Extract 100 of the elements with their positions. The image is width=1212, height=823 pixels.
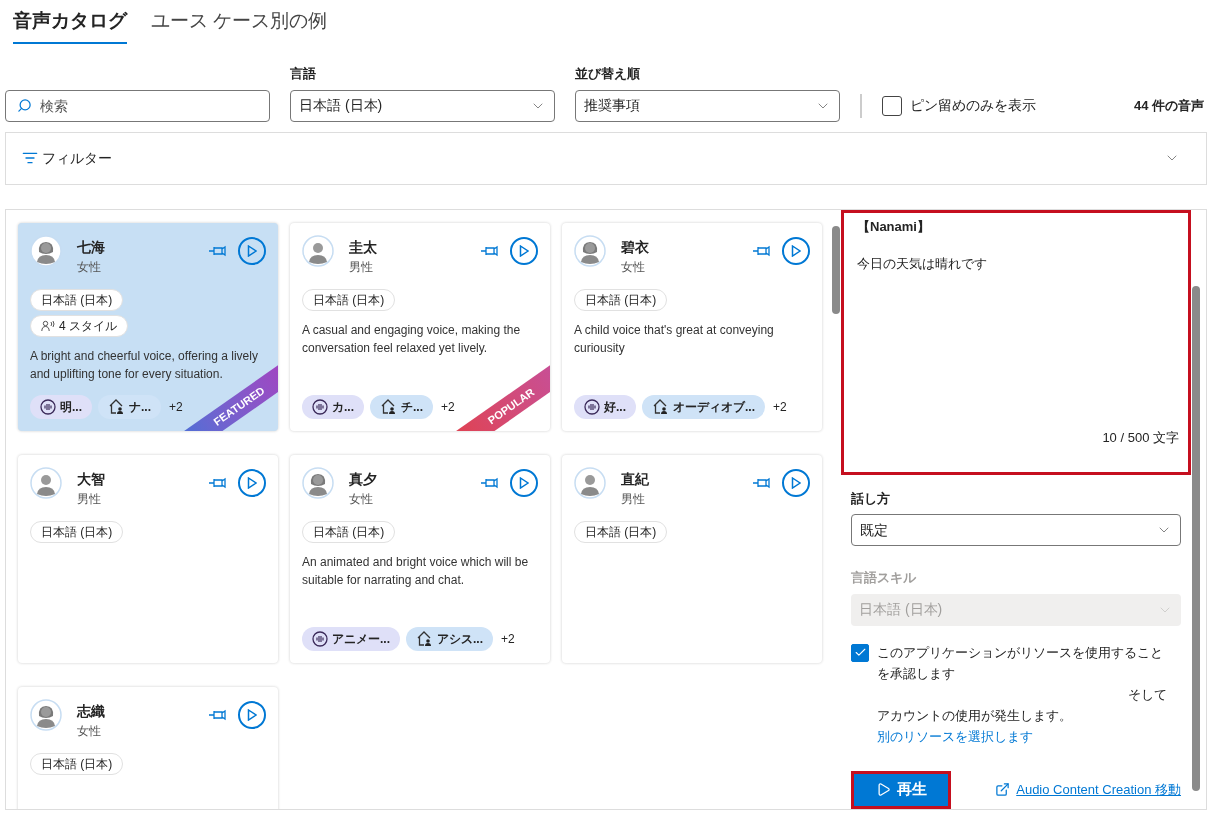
house-person-icon <box>416 630 433 647</box>
text-input-area[interactable]: 【Nanami】 今日の天気は晴れです 10 / 500 文字 <box>841 209 1191 475</box>
play-icon <box>247 476 257 489</box>
voice-count: 44 件の音声 <box>1133 96 1204 115</box>
pin-icon[interactable] <box>480 476 498 489</box>
pin-icon[interactable] <box>208 708 226 721</box>
language-tag: 日本語 (日本) <box>30 520 124 543</box>
speaking-style-select[interactable]: 既定 <box>851 514 1181 546</box>
voice-description: A child voice that's great at conveying curiousity <box>574 321 775 357</box>
consent-text: アカウントの使用が発生します。 <box>877 706 1073 725</box>
pin-icon[interactable] <box>752 244 770 257</box>
field-label: 話し方 <box>851 489 891 508</box>
voice-name: 大智 <box>77 469 106 489</box>
house-person-icon <box>380 398 397 415</box>
audio-content-creation-link[interactable]: Audio Content Creation 移動 <box>1016 779 1181 800</box>
play-button[interactable] <box>238 468 266 497</box>
language-tag: 日本語 (日本) <box>574 288 668 311</box>
waveform-icon <box>312 630 328 647</box>
tab[interactable]: ユース ケース別の例 <box>151 8 328 44</box>
play-icon <box>791 476 801 489</box>
male-avatar-icon <box>574 466 606 499</box>
voice-card[interactable]: 碧衣 女性 日本語 (日本) A child voice that's great at conveying curiousity 好... オーディオブ... +2 <box>562 222 822 431</box>
scenario-tag[interactable]: チ... <box>370 394 434 419</box>
pin-icon[interactable] <box>480 244 498 257</box>
select-resource-link[interactable]: 別のリソースを選択します <box>877 725 1173 747</box>
waveform-icon <box>584 398 600 415</box>
play-icon <box>247 708 257 721</box>
house-person-icon <box>108 398 125 415</box>
language-tag: 日本語 (日本) <box>302 288 396 311</box>
style-tag[interactable]: カ... <box>302 394 364 419</box>
voice-card[interactable]: 真夕 女性 日本語 (日本) An animated and bright voice which will be suitable for narrating and chat. アニメー... アシス... +2 <box>290 454 550 663</box>
male-avatar-icon <box>30 466 62 499</box>
voice-gender: 女性 <box>621 258 646 276</box>
pin-icon[interactable] <box>752 476 770 489</box>
male-avatar-icon <box>302 234 334 267</box>
filter-icon <box>22 150 38 166</box>
more-count: +2 <box>773 398 787 416</box>
scenario-tag[interactable]: アシス... <box>406 626 494 651</box>
play-button[interactable]: 再生 <box>851 770 951 809</box>
voice-gender: 男性 <box>349 258 374 276</box>
more-count: +2 <box>169 398 183 416</box>
more-count: +2 <box>501 630 515 648</box>
tag-label: チ... <box>401 398 424 416</box>
tag-label: ナ... <box>129 398 152 416</box>
language-tag: 日本語 (日本) <box>574 520 668 543</box>
input-text: 今日の天気は晴れです <box>857 255 988 273</box>
language-select[interactable]: 日本語 (日本) <box>290 89 555 122</box>
sort-select[interactable]: 推奨事項 <box>575 89 840 122</box>
checkbox[interactable] <box>851 643 869 662</box>
tag-label: 好... <box>604 398 626 416</box>
waveform-icon <box>40 398 56 415</box>
checkbox[interactable] <box>882 95 902 116</box>
check-icon <box>853 646 867 659</box>
voice-description: A casual and engaging voice, making the conversation feel relaxed yet lively. <box>302 321 522 357</box>
play-button[interactable] <box>510 236 538 265</box>
tag-label: オーディオブ... <box>673 398 756 416</box>
pin-icon[interactable] <box>208 244 226 257</box>
field-label: 言語 <box>290 65 317 83</box>
scenario-tag[interactable]: ナ... <box>98 394 162 419</box>
search-icon <box>17 97 32 113</box>
people-icon <box>41 319 55 332</box>
voice-name: 真夕 <box>349 469 378 489</box>
play-button[interactable] <box>782 236 810 265</box>
female-avatar-icon <box>30 234 62 267</box>
voice-gender: 女性 <box>349 490 374 508</box>
play-icon <box>875 782 891 797</box>
voice-description: A bright and cheerful voice, offering a lively and uplifting tone for every situation. <box>30 347 259 383</box>
voice-title: 【Nanami】 <box>857 217 931 236</box>
select-value: 日本語 (日本) <box>859 600 943 619</box>
voice-card[interactable]: 志織 女性 日本語 (日本) <box>18 686 278 809</box>
voice-gender: 女性 <box>77 722 102 740</box>
voice-name: 直紀 <box>621 469 650 489</box>
play-button[interactable] <box>510 468 538 497</box>
scenario-tag[interactable]: オーディオブ... <box>642 394 766 419</box>
checkbox-label: ピン留めのみを表示 <box>910 96 1036 115</box>
waveform-icon <box>312 398 328 415</box>
filter-bar[interactable]: フィルター <box>5 131 1207 185</box>
consent-text: そして <box>1128 685 1167 704</box>
play-icon <box>519 244 529 257</box>
char-counter: 10 / 500 文字 <box>1102 429 1179 447</box>
play-button[interactable] <box>238 236 266 265</box>
tab[interactable]: 音声カタログ <box>13 8 127 44</box>
pin-icon[interactable] <box>208 476 226 489</box>
language-tag: 日本語 (日本) <box>302 520 396 543</box>
tag-label: 明... <box>60 398 82 416</box>
style-tag[interactable]: アニメー... <box>302 626 400 651</box>
style-tag[interactable]: 明... <box>30 394 92 419</box>
voice-card[interactable]: 大智 男性 日本語 (日本) <box>18 454 278 663</box>
voice-name: 七海 <box>77 237 106 257</box>
search-field[interactable]: 検索 <box>5 89 270 122</box>
female-avatar-icon <box>574 234 606 267</box>
field-label: 言語スキル <box>851 569 917 587</box>
voice-card[interactable]: 直紀 男性 日本語 (日本) <box>562 454 822 663</box>
language-tag: 日本語 (日本) <box>30 288 124 311</box>
voice-gender: 男性 <box>621 490 646 508</box>
filter-label: フィルター <box>42 148 112 168</box>
play-button[interactable] <box>238 700 266 729</box>
voice-gender: 男性 <box>77 490 102 508</box>
play-button[interactable] <box>782 468 810 497</box>
style-tag[interactable]: 好... <box>574 394 636 419</box>
